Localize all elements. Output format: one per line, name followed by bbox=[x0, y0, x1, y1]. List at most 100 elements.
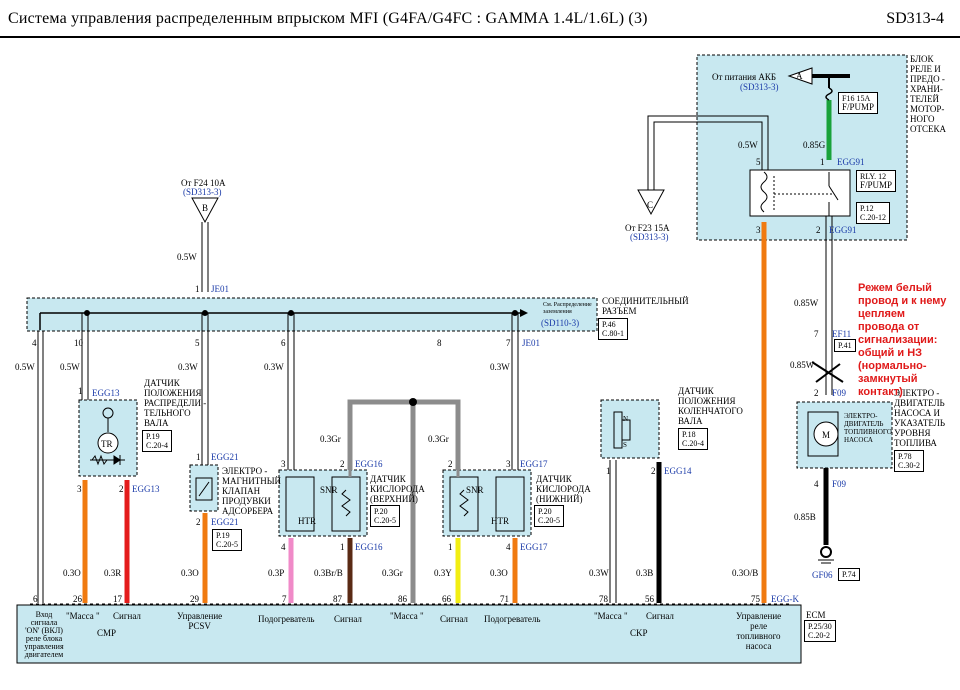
cmp-conn: EGG13 bbox=[92, 388, 120, 398]
ecm-ckp-mass: "Масса " bbox=[594, 611, 628, 621]
ecm-pin-17: 17 bbox=[113, 594, 122, 604]
ecm-pin-71: 71 bbox=[500, 594, 509, 604]
joint-see: См. Распределение заземления bbox=[543, 302, 592, 315]
cmp-pin-1: 1 bbox=[78, 386, 83, 396]
egg91-top: EGG91 bbox=[837, 157, 865, 167]
o2u-ref-box: P.20 C.20-5 bbox=[370, 505, 400, 527]
joint-pin-8: 8 bbox=[437, 338, 442, 348]
source-b-terminal: B bbox=[202, 203, 209, 213]
ckp-pin-2: 2 bbox=[651, 466, 656, 476]
ecm-pin-7: 7 bbox=[282, 594, 287, 604]
wire-label-03r: 0.3R bbox=[104, 568, 122, 578]
ckp-name: ДАТЧИК ПОЛОЖЕНИЯ КОЛЕНЧАТОГО ВАЛА bbox=[678, 386, 743, 426]
cmp-ref-box: P.19 C.20-4 bbox=[142, 430, 172, 452]
ecm-cmp-mass: "Масса " bbox=[66, 611, 100, 621]
wire-label-05w-cmp: 0.5W bbox=[60, 362, 80, 372]
wire-label-05w-left: 0.5W bbox=[15, 362, 35, 372]
wire-label-03o-pcsv: 0.3O bbox=[181, 568, 199, 578]
ecm-cmp-signal: Сигнал bbox=[113, 611, 141, 621]
cmp-pin-2: 2 bbox=[119, 484, 124, 494]
ecm-pin-66: 66 bbox=[442, 594, 451, 604]
o2u-pin-3: 3 bbox=[281, 459, 286, 469]
pcsv-name: ЭЛЕКТРО - МАГНИТНЫЙ КЛАПАН ПРОДУВКИ АДСО… bbox=[222, 466, 282, 516]
o2-upper-panel bbox=[278, 469, 368, 537]
modification-note: Режем белый провод и к нему цепляем пров… bbox=[858, 282, 947, 398]
cmp-pin-3: 3 bbox=[77, 484, 82, 494]
o2u-pin-4: 4 bbox=[281, 542, 286, 552]
relay-pin-3: 3 bbox=[756, 225, 761, 235]
terminal-a-label: A bbox=[796, 71, 803, 81]
o2u-pin-1: 1 bbox=[340, 542, 345, 552]
o2l-pin-4: 4 bbox=[506, 542, 511, 552]
pcsv-ref-box: P.19 C.20-5 bbox=[212, 529, 242, 551]
ecm-pin-87: 87 bbox=[333, 594, 342, 604]
circuit-drawing: TR bbox=[16, 54, 908, 664]
ecm-ref-box: P.25/30 C.20-2 bbox=[804, 620, 836, 642]
wire-label-03ob: 0.3O/B bbox=[732, 568, 759, 578]
o2-lower-panel bbox=[442, 469, 532, 537]
wire-cut-mark bbox=[811, 361, 844, 383]
pcsv-pin-1: 1 bbox=[196, 452, 201, 462]
wire-label-085w-b: 0.85W bbox=[790, 360, 815, 370]
o2l-name: ДАТЧИК КИСЛОРОДА (НИЖНИЙ) bbox=[536, 474, 591, 504]
ecm-pin-26: 26 bbox=[73, 594, 82, 604]
ground-gf06: GF06 bbox=[812, 570, 833, 580]
o2u-conn2: EGG16 bbox=[355, 542, 383, 552]
ckp-ref-box: P.18 C.20-4 bbox=[678, 428, 708, 450]
ground-gf06-symbol bbox=[818, 546, 834, 564]
wire-label-085w-a: 0.85W bbox=[794, 298, 819, 308]
ecm-mass-label: "Масса " bbox=[390, 611, 424, 621]
ecm-pin-6: 6 bbox=[33, 594, 38, 604]
pcsv-conn: EGG21 bbox=[211, 452, 239, 462]
o2u-name: ДАТЧИК КИСЛОРОДА (ВЕРХНИЙ) bbox=[370, 474, 425, 504]
pump-inner-label: ЭЛЕКТРО- ДВИГАТЕЛЬ ТОПЛИВНОГО НАСОСА bbox=[844, 412, 892, 444]
o2u-snr: SNR bbox=[320, 485, 338, 495]
wire-label-03w-ckp: 0.3W bbox=[589, 568, 609, 578]
cmp-conn2: EGG13 bbox=[132, 484, 160, 494]
pump-pin-7: 7 bbox=[814, 329, 819, 339]
o2l-pin-3: 3 bbox=[506, 459, 511, 469]
pump-ef11: EF11 bbox=[832, 329, 852, 339]
ckp-n: N bbox=[623, 415, 629, 423]
ecm-pin-29: 29 bbox=[190, 594, 199, 604]
gray-splice-dot bbox=[409, 398, 417, 406]
wire-085g: 0.85G bbox=[803, 140, 826, 150]
o2u-pin-2: 2 bbox=[340, 459, 345, 469]
ecm-signal2-label: Сигнал bbox=[440, 614, 468, 624]
ecm-pin-75: 75 bbox=[751, 594, 760, 604]
joint-pin-4: 4 bbox=[32, 338, 37, 348]
ckp-pin-1: 1 bbox=[606, 466, 611, 476]
joint-pin-7: 7 bbox=[506, 338, 511, 348]
relay-block-name: БЛОК РЕЛЕ И ПРЕДО - ХРАНИ- ТЕЛЕЙ МОТОР- … bbox=[910, 54, 946, 134]
ecm-heater1-label: Подогреватель bbox=[258, 614, 315, 624]
ecm-pin-78: 78 bbox=[599, 594, 608, 604]
relay-pin-2: 2 bbox=[816, 225, 821, 235]
joint-pin-5: 5 bbox=[195, 338, 200, 348]
joint-conn2: JE01 bbox=[522, 338, 540, 348]
o2l-pin-2: 2 bbox=[448, 459, 453, 469]
pump-pin-4: 4 bbox=[814, 479, 819, 489]
pcsv-conn2: EGG21 bbox=[211, 517, 239, 527]
ecm-heater2-label: Подогреватель bbox=[484, 614, 541, 624]
pcsv-pin-2: 2 bbox=[196, 517, 201, 527]
wire-05w-relay: 0.5W bbox=[738, 140, 758, 150]
o2l-pin-1: 1 bbox=[448, 542, 453, 552]
ecm-pin-56: 56 bbox=[645, 594, 654, 604]
relay-pin-1: 1 bbox=[820, 157, 825, 167]
ecm-pcsv-label: Управление PCSV bbox=[177, 611, 223, 631]
joint-pin-10: 10 bbox=[74, 338, 83, 348]
wire-label-03o-cmp: 0.3O bbox=[63, 568, 81, 578]
wire-label-03gr-ecm: 0.3Gr bbox=[382, 568, 403, 578]
joint-see-ref: (SD110-3) bbox=[541, 318, 580, 328]
source-b-pin: 1 bbox=[195, 284, 200, 294]
source-c-terminal: C bbox=[647, 200, 654, 210]
cmp-name: ДАТЧИК ПОЛОЖЕНИЯ РАСПРЕДЕЛИ - ТЕЛЬНОГО В… bbox=[144, 378, 207, 428]
o2l-conn2: EGG17 bbox=[520, 542, 548, 552]
wire-label-03w-o2l: 0.3W bbox=[490, 362, 510, 372]
ecm-name: ECM bbox=[806, 610, 826, 620]
ecm-ckp-signal: Сигнал bbox=[646, 611, 674, 621]
source-b-ref: (SD313-3) bbox=[183, 187, 222, 197]
wire-label-03w-o2u: 0.3W bbox=[264, 362, 284, 372]
egg91-bottom: EGG91 bbox=[829, 225, 857, 235]
cmp-tr-label: TR bbox=[101, 439, 113, 449]
